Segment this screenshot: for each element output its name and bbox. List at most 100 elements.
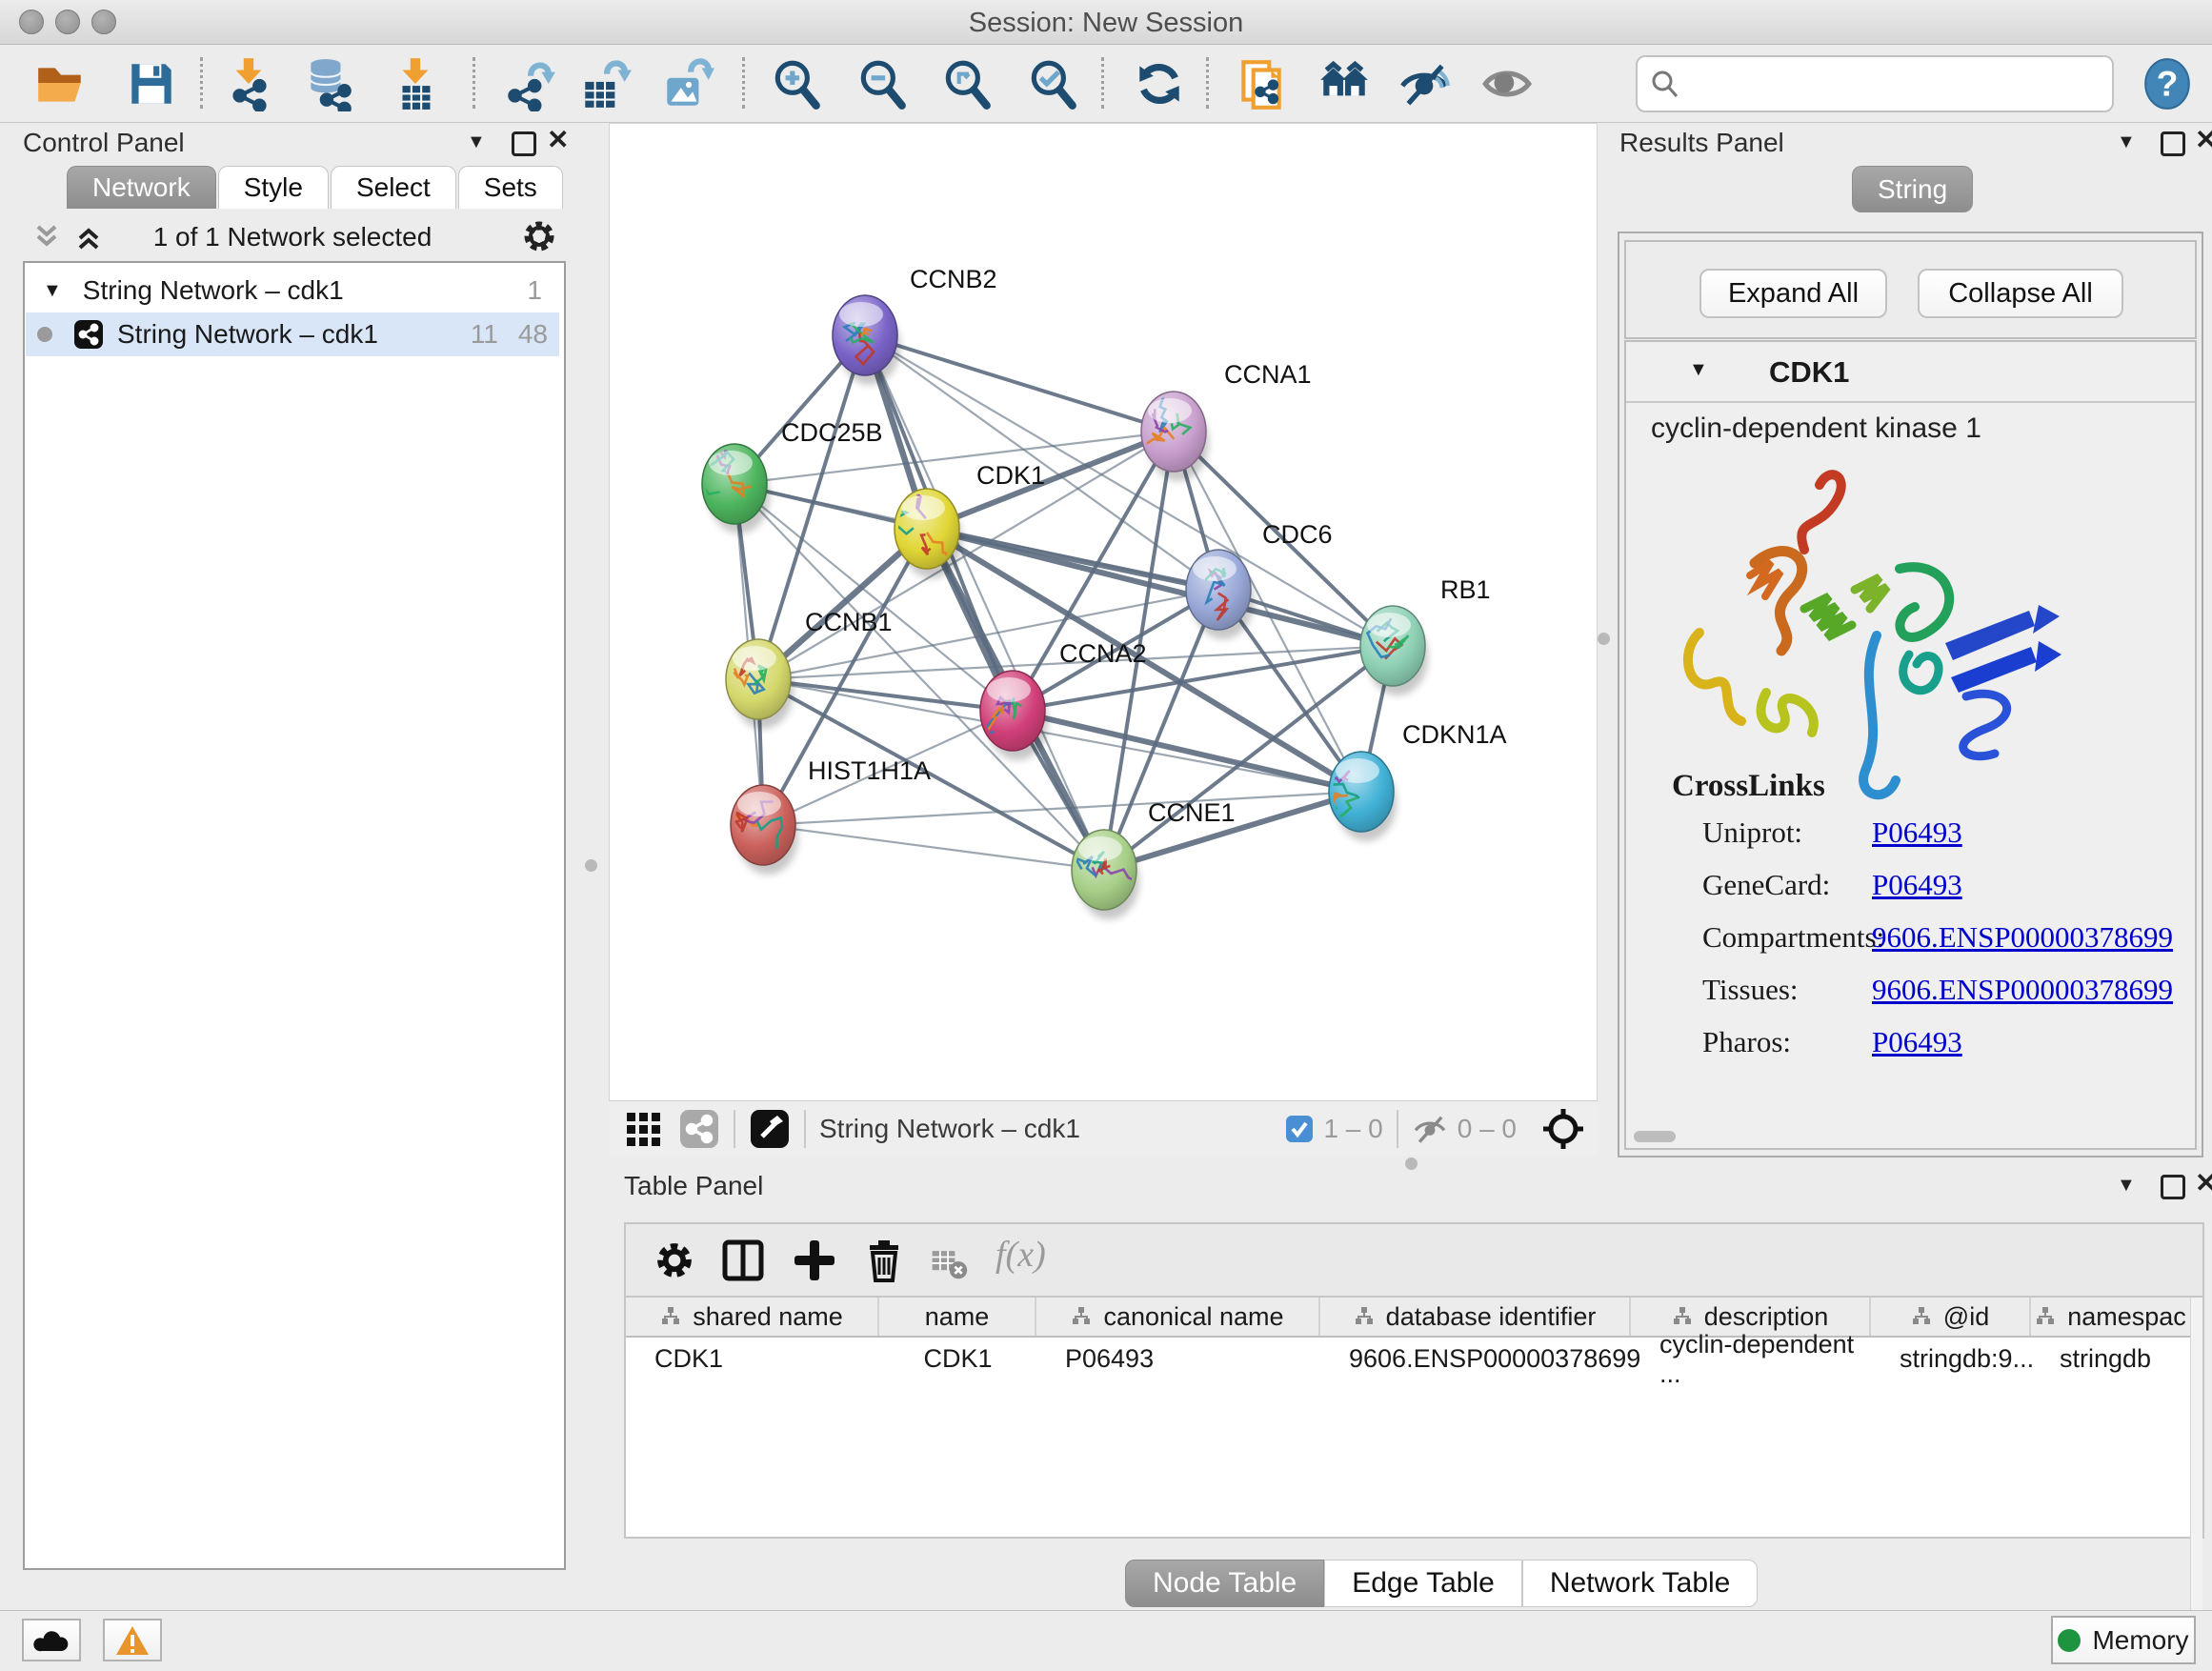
crosslink-link[interactable]: P06493 — [1872, 815, 1962, 850]
tab-network[interactable]: Network — [67, 166, 216, 209]
import-network-button[interactable] — [222, 56, 277, 111]
crosslink-link[interactable]: 9606.ENSP00000378699 — [1872, 973, 2173, 1007]
tab-sets[interactable]: Sets — [458, 166, 563, 209]
table-cell[interactable]: 9606.ENSP00000378699 — [1320, 1338, 1631, 1380]
hide-panels-button[interactable] — [1317, 56, 1372, 111]
export-network-button[interactable] — [501, 56, 556, 111]
memory-button[interactable]: Memory — [2051, 1616, 2196, 1664]
edge-HIST1H1A-CCNE1[interactable] — [763, 825, 1104, 870]
tab-node-table[interactable]: Node Table — [1125, 1560, 1324, 1607]
results-panel-float-button[interactable] — [2161, 130, 2185, 158]
import-network-from-database-button[interactable] — [301, 56, 356, 111]
results-panel-close-button[interactable]: ✕ — [2195, 126, 2212, 154]
table-cell[interactable]: stringdb — [2031, 1338, 2192, 1380]
table-cell[interactable]: cyclin-dependent ... — [1631, 1338, 1871, 1380]
detach-view-icon[interactable] — [749, 1108, 791, 1150]
expand-all-button[interactable]: Expand All — [1699, 269, 1887, 318]
column-header-database-identifier[interactable]: database identifier — [1320, 1298, 1631, 1336]
create-column-plus-icon[interactable] — [793, 1238, 836, 1282]
node-CCNA1[interactable]: CCNA1 — [1141, 360, 1312, 481]
network-badge-icon[interactable] — [678, 1108, 720, 1150]
edge-CCNB2-RB1[interactable] — [865, 335, 1393, 646]
import-table-button[interactable] — [389, 56, 444, 111]
left-splitter-handle[interactable] — [585, 859, 597, 872]
selected-checkbox-icon[interactable] — [1285, 1115, 1314, 1143]
table-cell[interactable]: P06493 — [1036, 1338, 1320, 1380]
network-row[interactable]: String Network – cdk1 11 48 — [26, 312, 559, 356]
control-panel-menu-button[interactable]: ▼ — [467, 128, 486, 156]
tab-style[interactable]: Style — [218, 166, 329, 209]
crosslink-label: Compartments: — [1702, 920, 1884, 955]
save-session-button[interactable] — [124, 56, 179, 111]
network-graph[interactable]: CCNB2CCNA1CDC25BCDK1CDC6RB1CCNB1CCNA2CDK… — [610, 124, 1597, 1100]
navigator-crosshair-icon[interactable] — [1541, 1107, 1585, 1151]
edge-CCNB2-CCNE1[interactable] — [865, 335, 1104, 870]
help-button[interactable]: ? — [2140, 56, 2195, 111]
show-columns-icon[interactable] — [721, 1238, 765, 1282]
table-vertical-scrollbar[interactable] — [2190, 1298, 2202, 1641]
collection-expand-arrow[interactable]: ▼ — [43, 280, 62, 302]
tab-select[interactable]: Select — [331, 166, 456, 209]
table-row[interactable]: CDK1CDK1P064939606.ENSP00000378699cyclin… — [626, 1338, 2192, 1380]
column-header-namespac[interactable]: namespac — [2031, 1298, 2192, 1336]
crosslink-link[interactable]: P06493 — [1872, 868, 1962, 902]
column-header-canonical-name[interactable]: canonical name — [1036, 1298, 1320, 1336]
search-input[interactable] — [1636, 55, 2114, 112]
node-RB1[interactable]: RB1 — [1360, 575, 1491, 695]
tab-string[interactable]: String — [1852, 166, 1975, 212]
warnings-button[interactable] — [103, 1619, 162, 1661]
entry-expand-arrow[interactable]: ▼ — [1689, 359, 1708, 381]
results-panel-menu-button[interactable]: ▼ — [2117, 128, 2136, 156]
edge-CCNA2-CDKN1A[interactable] — [1013, 711, 1361, 792]
hide-selected-button[interactable] — [1397, 56, 1452, 111]
edge-CCNB1-CCNA2[interactable] — [758, 679, 1013, 711]
zoom-in-icon — [769, 56, 824, 111]
table-panel-close-button[interactable]: ✕ — [2195, 1169, 2212, 1198]
results-hscroll-thumb[interactable] — [1634, 1131, 1676, 1142]
node-CDC25B[interactable]: CDC25B — [696, 418, 883, 534]
export-table-button[interactable] — [577, 56, 633, 111]
node-CDK1[interactable]: CDK1 — [895, 461, 1045, 578]
collapse-all-button[interactable]: Collapse All — [1918, 269, 2123, 318]
table-panel-menu-button[interactable]: ▼ — [2117, 1171, 2136, 1199]
table-cell[interactable]: stringdb:9... — [1871, 1338, 2031, 1380]
table-panel-float-button[interactable] — [2161, 1173, 2185, 1201]
cloud-status-button[interactable] — [22, 1619, 81, 1661]
column-header-@id[interactable]: @id — [1871, 1298, 2031, 1336]
column-header-shared-name[interactable]: shared name — [626, 1298, 879, 1336]
tab-network-table[interactable]: Network Table — [1522, 1560, 1759, 1607]
export-image-button[interactable] — [659, 56, 714, 111]
table-settings-gear-icon[interactable] — [653, 1238, 696, 1282]
network-collection-row[interactable]: ▼ String Network – cdk1 1 — [26, 269, 559, 312]
control-panel-float-button[interactable] — [512, 130, 536, 158]
zoom-in-button[interactable] — [769, 56, 824, 111]
crosslink-link[interactable]: P06493 — [1872, 1025, 1962, 1059]
clone-network-button[interactable] — [1234, 56, 1289, 111]
apply-layout-button[interactable] — [1132, 56, 1187, 111]
table-cell[interactable]: CDK1 — [626, 1338, 879, 1380]
control-panel-title: Control Panel — [23, 128, 185, 158]
node-CDKN1A[interactable]: CDKN1A — [1323, 720, 1506, 841]
delete-column-trash-icon[interactable] — [862, 1238, 906, 1282]
zoom-selected-button[interactable] — [1025, 56, 1080, 111]
column-header-name[interactable]: name — [879, 1298, 1036, 1336]
table-cell[interactable]: CDK1 — [879, 1338, 1036, 1380]
show-hidden-button[interactable] — [1479, 56, 1535, 111]
crosslink-link[interactable]: 9606.ENSP00000378699 — [1872, 920, 2173, 955]
network-view-canvas[interactable]: CCNB2CCNA1CDC25BCDK1CDC6RB1CCNB1CCNA2CDK… — [610, 124, 1597, 1100]
birdseye-grid-icon[interactable] — [625, 1109, 665, 1149]
hidden-eye-slash-icon[interactable] — [1412, 1111, 1448, 1147]
edge-CCNB2-CCNA1[interactable] — [865, 335, 1174, 432]
node-CCNE1[interactable]: CCNE1 — [1072, 798, 1236, 919]
node-label-CDC6: CDC6 — [1262, 520, 1333, 549]
node-CCNA2[interactable]: CCNA2 — [980, 639, 1147, 760]
zoom-out-button[interactable] — [855, 56, 910, 111]
tab-edge-table[interactable]: Edge Table — [1324, 1560, 1522, 1607]
column-header-label: database identifier — [1386, 1302, 1597, 1332]
open-session-button[interactable] — [33, 56, 89, 111]
right-splitter-handle[interactable] — [1598, 633, 1610, 645]
gear-icon[interactable] — [520, 217, 558, 255]
node-entry-header[interactable]: ▼ CDK1 — [1626, 342, 2195, 403]
control-panel-close-button[interactable]: ✕ — [547, 126, 569, 154]
zoom-fit-button[interactable] — [939, 56, 995, 111]
